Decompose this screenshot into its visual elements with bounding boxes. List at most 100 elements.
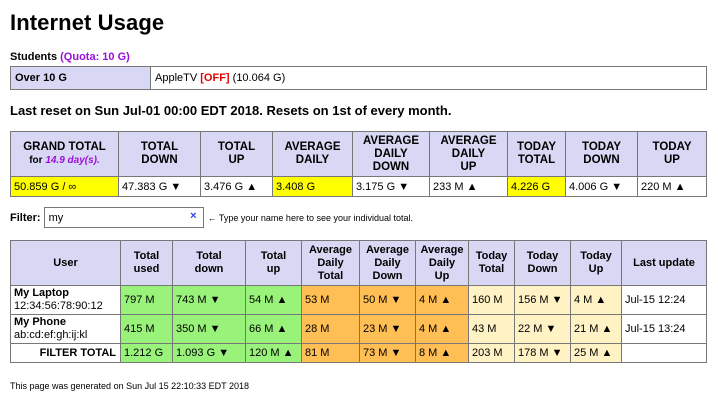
col-adu-l2: Daily <box>428 256 456 269</box>
filter-input[interactable] <box>48 211 179 224</box>
col-today-up[interactable]: Today Up <box>570 240 622 286</box>
ftot-today-total: 203 M <box>468 343 515 363</box>
header-today-total-l2: TOTAL <box>517 154 556 166</box>
col-add-l1: Average <box>365 243 409 256</box>
header-today-down-l1: TODAY <box>582 141 621 153</box>
col-total-up-l1: Total <box>260 250 287 262</box>
cell-avg-daily-down: 23 M ▼ <box>359 314 416 344</box>
header-average-daily-up: AVERAGE DAILY UP <box>429 131 508 177</box>
user-name: My Laptop <box>14 287 69 299</box>
col-today-down[interactable]: Today Down <box>514 240 571 286</box>
ftot-total-down: 1.093 G ▼ <box>172 343 246 363</box>
ftot-total-used: 1.212 G <box>120 343 173 363</box>
cell-avg-daily-down: 50 M ▼ <box>359 285 416 315</box>
cell-total-down: 743 M ▼ <box>172 285 246 315</box>
quota-device-cell: AppleTV [OFF] (10.064 G) <box>150 66 707 90</box>
col-td-l2: Down <box>527 263 558 275</box>
col-last-update[interactable]: Last update <box>621 240 707 286</box>
ftot-today-down: 178 M ▼ <box>514 343 571 363</box>
filter-box[interactable]: × <box>43 207 204 228</box>
header-total-down-l1: TOTAL <box>140 141 179 153</box>
cell-total-up: 54 M ▲ <box>245 285 302 315</box>
filter-label: Filter: <box>10 211 41 224</box>
col-td-l1: Today <box>526 250 559 262</box>
header-today-down-l2: DOWN <box>583 154 620 166</box>
filter-total-row: FILTER TOTAL 1.212 G 1.093 G ▼ 120 M ▲ 8… <box>10 343 707 363</box>
cell-today-up: 21 M ▲ <box>570 314 622 344</box>
table-row: My Laptop 12:34:56:78:90:12 797 M 743 M … <box>10 285 707 315</box>
quota-amount: (Quota: 10 G) <box>60 51 130 63</box>
header-today-total: TODAY TOTAL <box>507 131 566 177</box>
header-grand-total-days: 14.9 day(s). <box>45 155 100 166</box>
header-grand-total-label: GRAND TOTAL <box>23 141 106 153</box>
header-average-daily-l2: DAILY <box>295 154 330 166</box>
user-name: My Phone <box>14 316 66 328</box>
header-average-daily-l1: AVERAGE <box>284 141 341 153</box>
clear-filter-icon[interactable]: × <box>190 210 196 222</box>
cell-avg-daily-up: 4 M ▲ <box>415 314 469 344</box>
quota-section-label: Students <box>10 51 58 63</box>
value-average-daily-down: 3.175 G ▼ <box>352 176 430 197</box>
value-average-daily-up: 233 M ▲ <box>429 176 508 197</box>
reset-info: Last reset on Sun Jul-01 00:00 EDT 2018.… <box>10 103 452 118</box>
col-total-used-l1: Total <box>133 250 160 262</box>
cell-today-up: 4 M ▲ <box>570 285 622 315</box>
value-total-down: 47.383 G ▼ <box>118 176 201 197</box>
cell-avg-daily-total: 53 M <box>301 285 360 315</box>
value-today-total: 4.226 G <box>507 176 566 197</box>
col-avg-daily-down[interactable]: Average Daily Down <box>359 240 416 286</box>
quota-row: Over 10 G AppleTV [OFF] (10.064 G) <box>10 66 707 90</box>
value-today-down: 4.006 G ▼ <box>565 176 638 197</box>
col-total-up-l2: up <box>266 263 281 275</box>
header-today-up: TODAY UP <box>637 131 707 177</box>
header-adu-l2: DAILY <box>451 147 486 160</box>
col-total-up[interactable]: Total up <box>245 240 302 286</box>
cell-today-total: 160 M <box>468 285 515 315</box>
col-total-used-l2: used <box>133 263 160 275</box>
header-average-daily-down: AVERAGE DAILY DOWN <box>352 131 430 177</box>
col-total-used[interactable]: Total used <box>120 240 173 286</box>
header-today-up-l2: UP <box>664 154 680 166</box>
col-avg-daily-total[interactable]: Average Daily Total <box>301 240 360 286</box>
quota-device-status[interactable]: [OFF] <box>200 72 229 84</box>
cell-total-used: 415 M <box>120 314 173 344</box>
col-avg-daily-up[interactable]: Average Daily Up <box>415 240 469 286</box>
page-title: Internet Usage <box>10 10 165 35</box>
cell-total-used: 797 M <box>120 285 173 315</box>
grand-totals-table: GRAND TOTAL for 14.9 day(s). TOTAL DOWN T… <box>10 131 707 197</box>
header-total-down-l2: DOWN <box>141 154 178 166</box>
header-today-total-l1: TODAY <box>517 141 556 153</box>
header-average-daily: AVERAGE DAILY <box>272 131 353 177</box>
col-today-total[interactable]: Today Total <box>468 240 515 286</box>
col-user[interactable]: User <box>10 240 121 286</box>
cell-total-down: 350 M ▼ <box>172 314 246 344</box>
user-usage-table: User Total used Total down Total up Average… <box>10 240 707 363</box>
header-grand-total-for: for <box>29 155 43 166</box>
col-tt-l1: Today <box>475 250 508 262</box>
grand-totals-header-row: GRAND TOTAL for 14.9 day(s). TOTAL DOWN T… <box>10 131 707 177</box>
col-total-down-l1: Total <box>196 250 222 262</box>
ftot-last-update <box>621 343 707 363</box>
ftot-avg-daily-down: 73 M ▼ <box>359 343 416 363</box>
col-adt-l1: Average <box>308 243 352 256</box>
header-adu-l3: UP <box>460 160 477 173</box>
quota-device-usage: (10.064 G) <box>232 72 286 84</box>
cell-total-up: 66 M ▲ <box>245 314 302 344</box>
header-add-l2: DAILY <box>374 147 408 160</box>
quota-device-name: AppleTV <box>155 72 198 84</box>
col-tu-l1: Today <box>580 250 612 262</box>
col-add-l2: Daily <box>374 256 401 269</box>
user-table-header-row: User Total used Total down Total up Average… <box>10 240 707 286</box>
generated-footer: This page was generated on Sun Jul 15 22… <box>10 381 250 391</box>
user-mac: ab:cd:ef:gh:ij:kl <box>14 329 88 341</box>
header-today-up-l1: TODAY <box>652 141 692 153</box>
col-total-down[interactable]: Total down <box>172 240 246 286</box>
col-add-l3: Down <box>372 269 403 282</box>
value-today-up: 220 M ▲ <box>637 176 707 197</box>
col-tt-l2: Total <box>478 263 505 275</box>
cell-today-total: 43 M <box>468 314 515 344</box>
header-grand-total: GRAND TOTAL for 14.9 day(s). <box>10 131 119 177</box>
filter-total-label: FILTER TOTAL <box>10 343 121 363</box>
value-grand-total: 50.859 G / ∞ <box>10 176 119 197</box>
header-total-up: TOTAL UP <box>200 131 273 177</box>
